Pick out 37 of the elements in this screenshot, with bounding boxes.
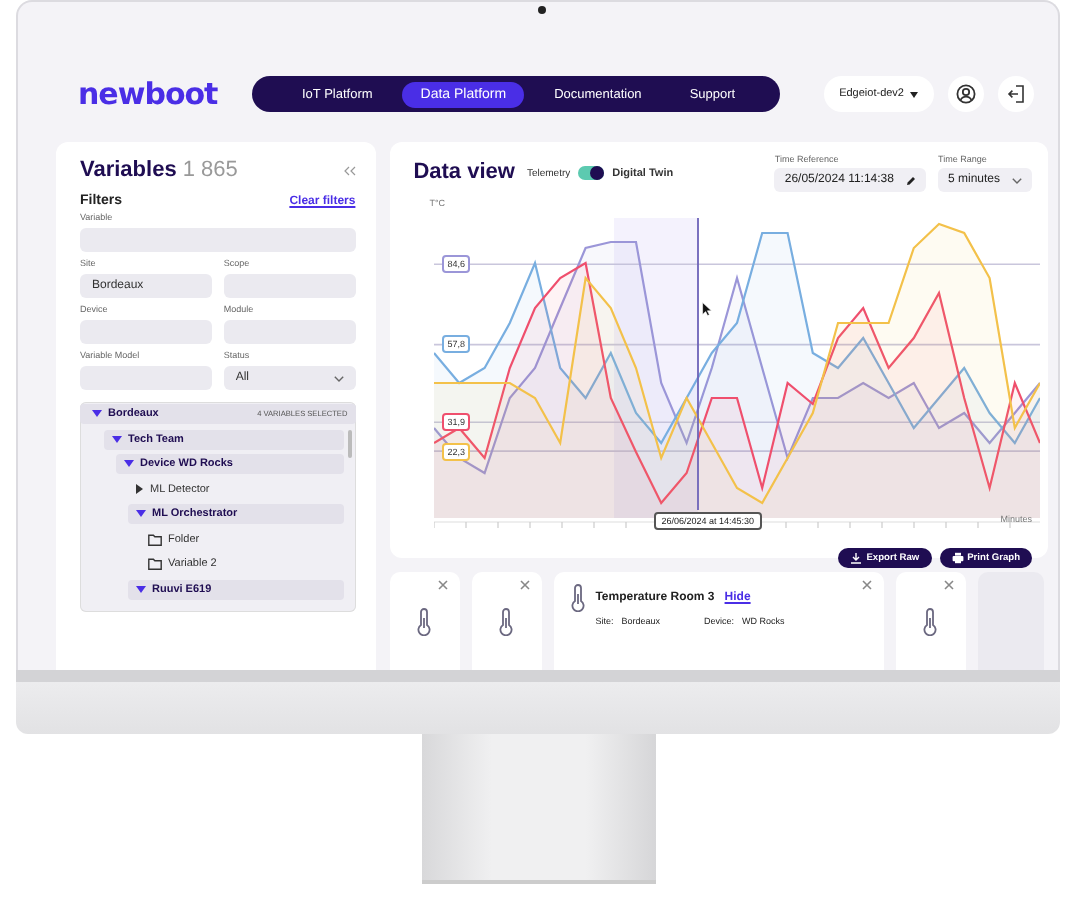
logout-button[interactable]	[998, 76, 1034, 112]
caret-down-icon[interactable]	[136, 510, 146, 518]
camera-dot	[538, 6, 546, 14]
account-button[interactable]	[948, 76, 984, 112]
chevron-down-icon	[1012, 177, 1022, 183]
mode-toggle[interactable]	[578, 166, 605, 180]
close-icon[interactable]	[861, 580, 872, 590]
pencil-icon	[905, 175, 916, 185]
thermometer-icon	[497, 608, 514, 636]
sensor-card[interactable]	[471, 572, 542, 670]
brand-logo: newboot	[78, 76, 220, 112]
thermometer-icon	[415, 608, 432, 636]
collapse-icon[interactable]	[343, 165, 356, 175]
close-icon[interactable]	[519, 580, 530, 590]
sensor-card[interactable]	[895, 572, 966, 670]
caret-down-icon[interactable]	[92, 410, 102, 418]
printer-icon	[951, 552, 964, 564]
sensor-card[interactable]	[389, 572, 460, 670]
variable-count: 1 865	[182, 158, 238, 182]
close-icon[interactable]	[943, 580, 954, 590]
scrollbar-thumb[interactable]	[347, 430, 352, 458]
thermometer-icon	[921, 608, 938, 636]
data-view-title: Data view	[413, 160, 515, 184]
thermometer-icon	[569, 584, 586, 612]
cursor-icon	[701, 302, 712, 316]
user-icon	[956, 84, 976, 104]
caret-down-icon[interactable]	[124, 460, 134, 468]
caret-down-icon[interactable]	[112, 435, 122, 443]
panel-title: Variables	[80, 158, 177, 182]
caret-right-icon[interactable]	[136, 484, 144, 494]
download-icon	[850, 552, 863, 564]
chevron-down-icon	[333, 375, 344, 381]
close-icon[interactable]	[437, 580, 448, 590]
caret-icon	[910, 91, 918, 97]
logout-icon	[1006, 84, 1026, 104]
caret-down-icon[interactable]	[136, 585, 146, 593]
cursor-line[interactable]	[696, 218, 699, 511]
